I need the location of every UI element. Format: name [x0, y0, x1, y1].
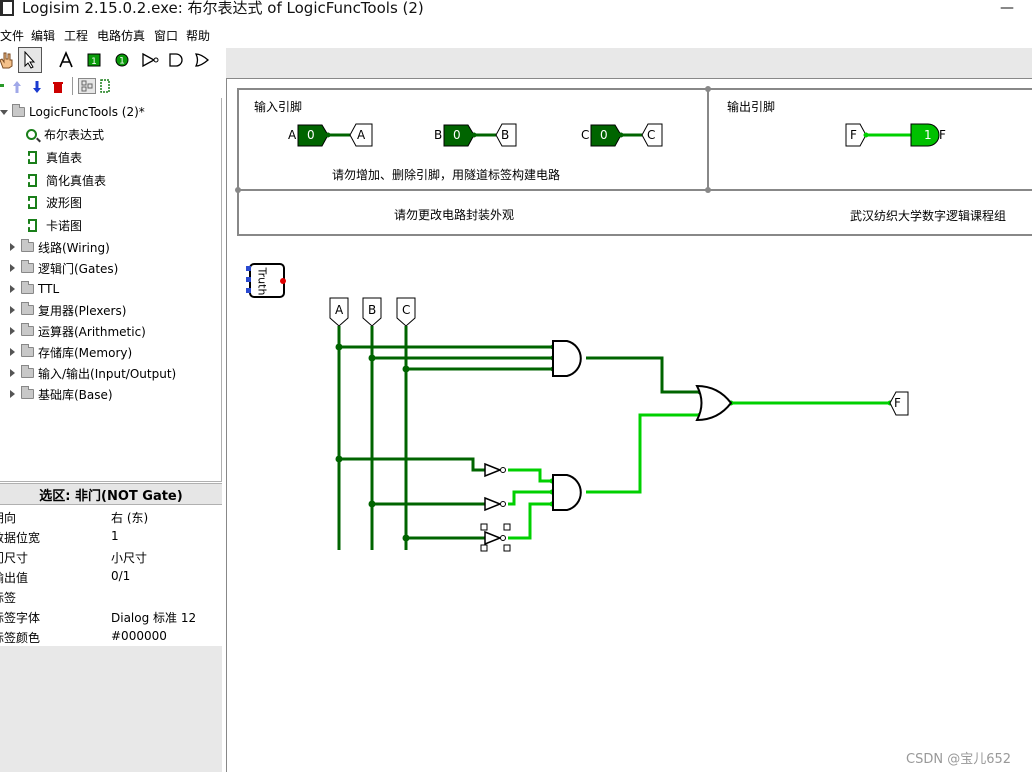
not-gate-c-selected[interactable]: [480, 523, 511, 552]
watermark: CSDN @宝儿652: [906, 752, 1012, 767]
pin-a-name: A: [288, 128, 297, 142]
appearance-rule-text: 请勿更改电路封装外观: [394, 208, 515, 222]
circuit-drawing[interactable]: [0, 0, 1032, 772]
truth-block-label: Truth: [255, 267, 269, 296]
input-pins-title: 输入引脚: [254, 100, 303, 114]
not-gate-a[interactable]: [484, 462, 506, 478]
pin-a-value: 0: [307, 128, 315, 142]
and-gate-bottom[interactable]: [552, 474, 582, 511]
credit-text: 武汉纺织大学数字逻辑课程组: [850, 209, 1007, 223]
box-handle: [705, 86, 711, 92]
or-gate[interactable]: [695, 384, 733, 422]
and-gate-top[interactable]: [552, 340, 582, 377]
pin-c-value: 0: [600, 128, 608, 142]
box-handle: [235, 187, 241, 193]
output-pins-title: 输出引脚: [727, 100, 776, 114]
pin-b-name: B: [434, 128, 443, 142]
box-handle: [705, 187, 711, 193]
circuit-tunnel-f-label: F: [894, 396, 901, 410]
wires-high[interactable]: [508, 401, 890, 540]
pin-f-name: F: [939, 128, 946, 142]
circuit-tunnel-b-label: B: [368, 303, 377, 317]
wire-junctions: [335, 343, 556, 542]
pin-c-name: C: [581, 128, 590, 142]
circuit-tunnel-a-label: A: [335, 303, 344, 317]
wires-low[interactable]: [337, 326, 700, 550]
pin-rule-text: 请勿增加、删除引脚，用隧道标签构建电路: [332, 168, 561, 182]
pin-f-value: 1: [924, 128, 932, 142]
pin-b-value: 0: [453, 128, 461, 142]
pin-f-tunnel-label: F: [850, 128, 857, 142]
circuit-tunnel-c-label: C: [402, 303, 411, 317]
pin-b-tunnel-label: B: [501, 128, 510, 142]
pin-c-tunnel-label: C: [647, 128, 656, 142]
not-gate-b[interactable]: [484, 496, 506, 512]
pin-a-tunnel-label: A: [357, 128, 366, 142]
